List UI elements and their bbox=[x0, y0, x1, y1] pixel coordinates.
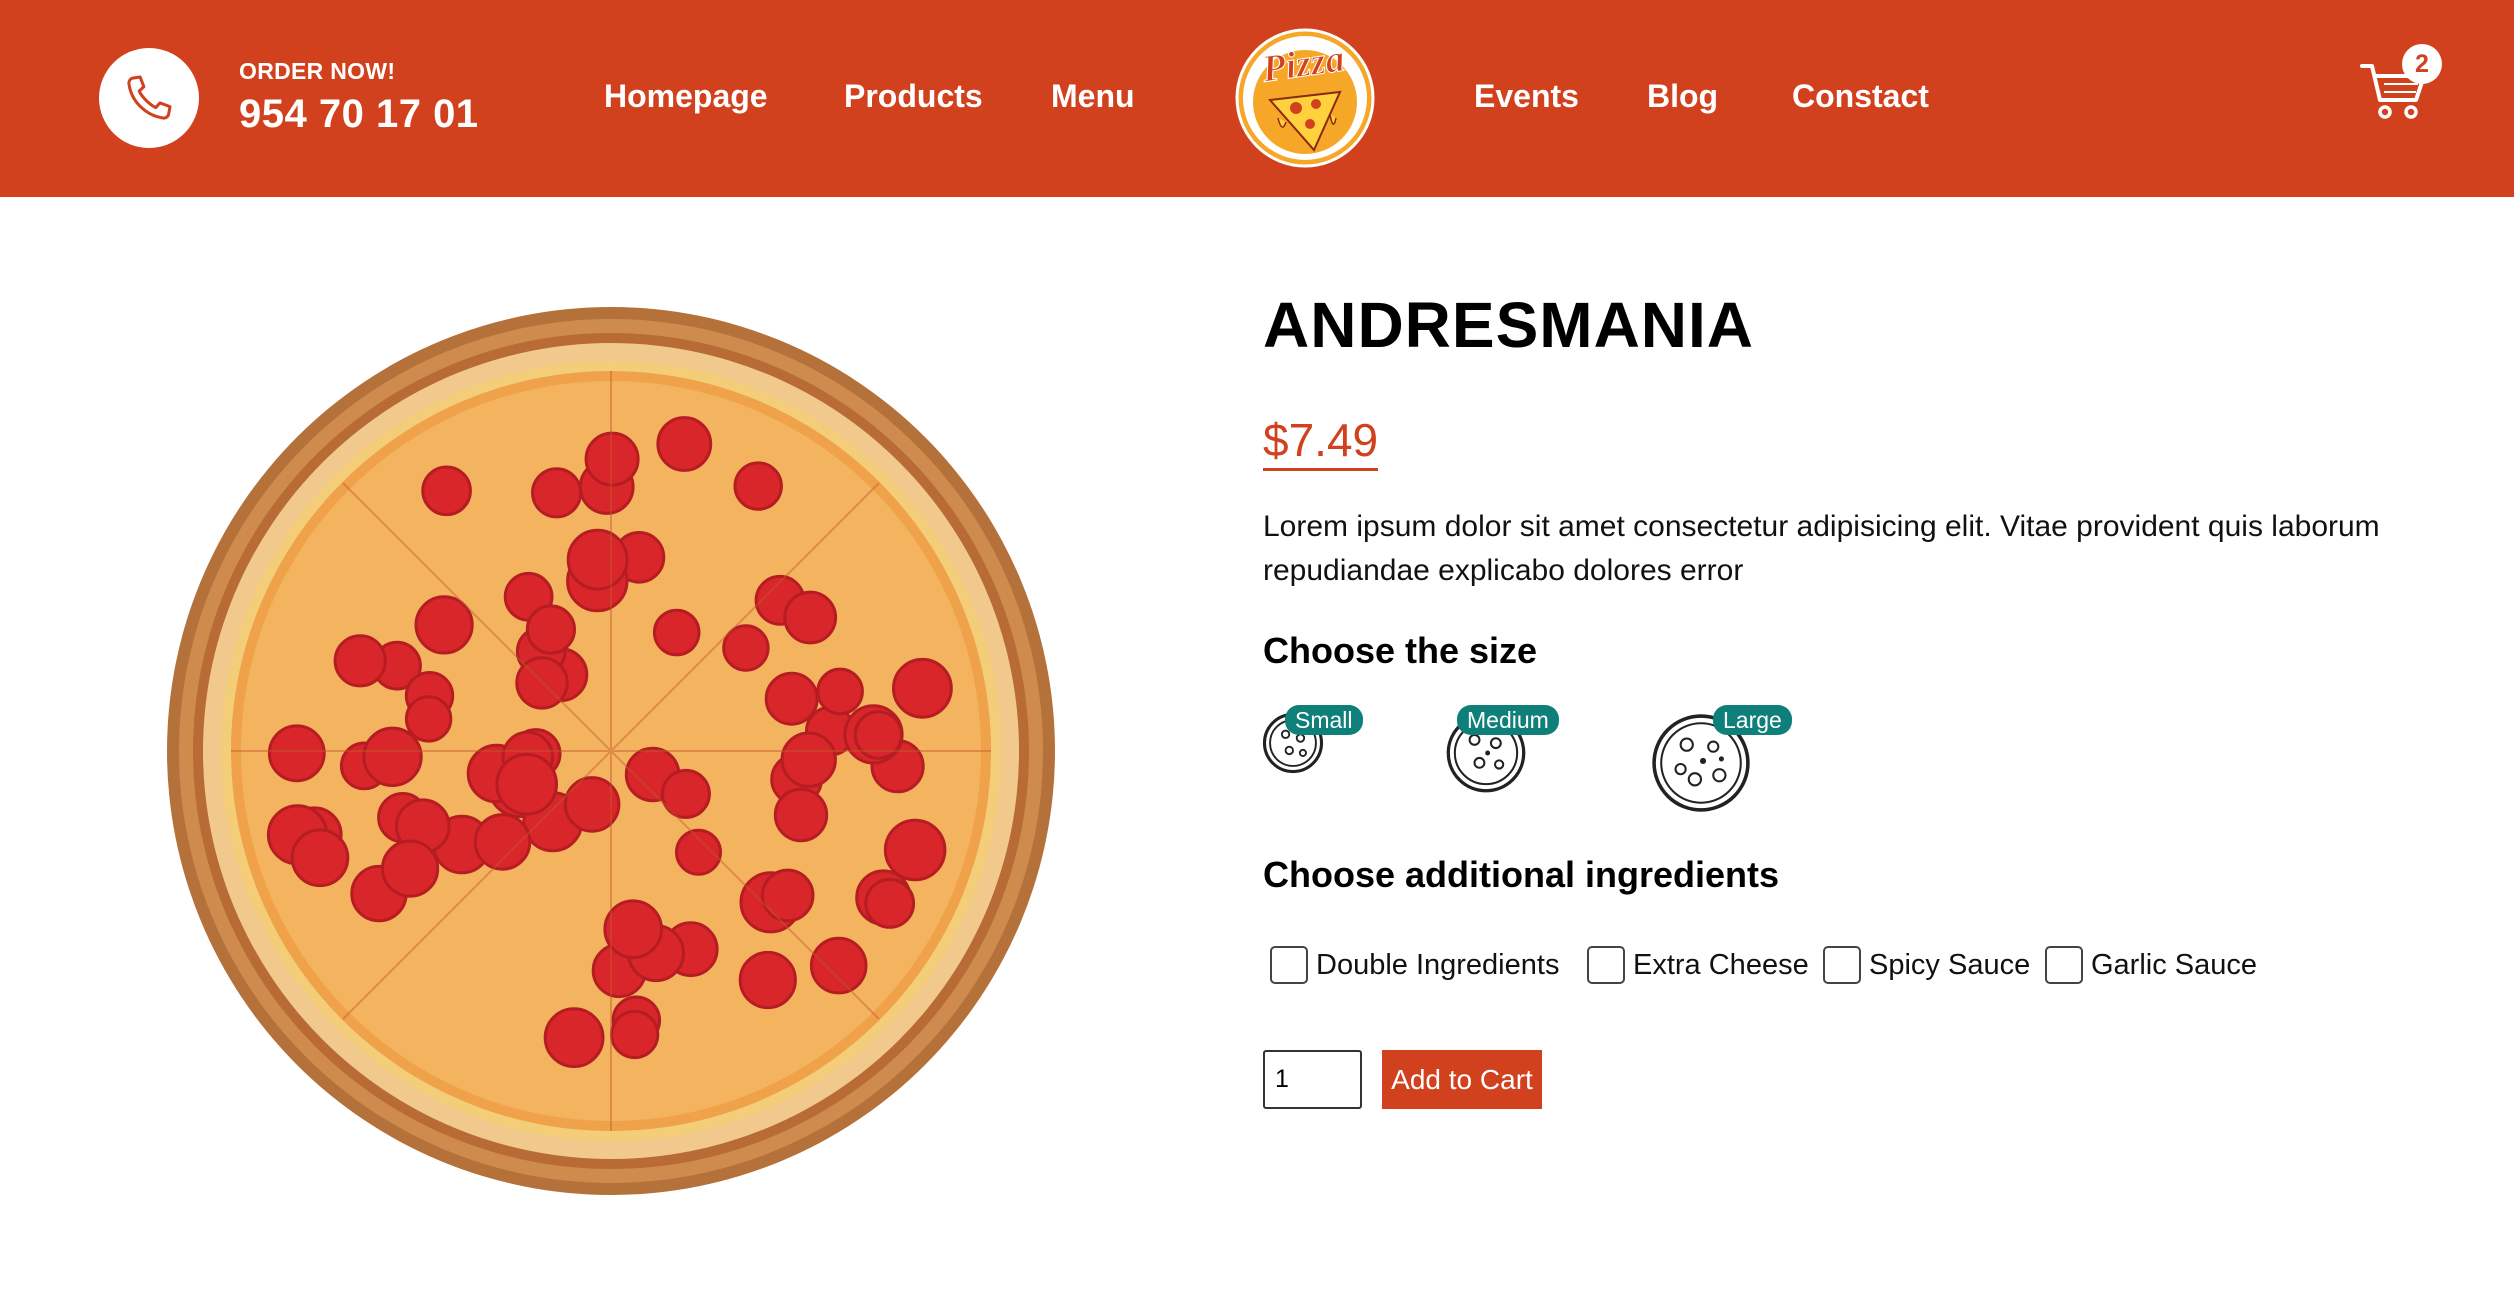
ingredient-label: Extra Cheese bbox=[1633, 948, 1809, 981]
ingredient-label: Garlic Sauce bbox=[2091, 948, 2258, 981]
nav-item-constact[interactable]: Constact bbox=[1792, 78, 1929, 115]
pepperoni-slice bbox=[421, 465, 472, 517]
ingredient-label: Double Ingredients bbox=[1316, 948, 1560, 981]
pepperoni-slice bbox=[883, 818, 947, 882]
pepperoni-slice bbox=[404, 695, 453, 743]
phone-number: 954 70 17 01 bbox=[239, 92, 479, 136]
pepperoni-slice bbox=[267, 724, 326, 783]
checkbox[interactable] bbox=[1587, 946, 1625, 984]
pepperoni-slice bbox=[864, 878, 916, 929]
pepperoni-slice bbox=[809, 936, 868, 995]
pepperoni-slice bbox=[333, 634, 387, 688]
size-tag-large: Large bbox=[1713, 705, 1792, 735]
pepperoni-slice bbox=[783, 590, 838, 645]
nav-item-menu[interactable]: Menu bbox=[1051, 78, 1135, 115]
pepperoni-slice bbox=[584, 431, 640, 487]
nav-item-events[interactable]: Events bbox=[1474, 78, 1579, 115]
nav-item-blog[interactable]: Blog bbox=[1647, 78, 1718, 115]
pepperoni-slice bbox=[780, 731, 837, 788]
pepperoni-slice bbox=[290, 828, 350, 888]
pepperoni-slice bbox=[760, 868, 815, 923]
pepperoni-slice bbox=[473, 813, 532, 871]
pepperoni-slice bbox=[816, 667, 864, 716]
order-now-label: ORDER NOW! bbox=[239, 58, 396, 84]
call-button[interactable] bbox=[99, 48, 199, 148]
add-to-cart-button[interactable]: Add to Cart bbox=[1382, 1050, 1542, 1109]
pepperoni-slice bbox=[610, 1009, 660, 1060]
checkbox[interactable] bbox=[1823, 946, 1861, 984]
pepperoni-slice bbox=[566, 528, 629, 591]
size-tag-medium: Medium bbox=[1457, 705, 1559, 735]
pepperoni-slice bbox=[603, 899, 664, 960]
size-tag-small: Small bbox=[1285, 705, 1363, 735]
pepperoni-slice bbox=[764, 671, 819, 726]
pepperoni-slice bbox=[362, 726, 423, 787]
ingredient-double-ingredients[interactable]: Double Ingredients bbox=[1270, 943, 1559, 987]
pepperoni-slice bbox=[543, 1007, 605, 1068]
pepperoni-slice bbox=[656, 416, 713, 472]
ingredient-extra-cheese[interactable]: Extra Cheese bbox=[1587, 943, 1809, 987]
pepperoni-slice bbox=[738, 950, 797, 1010]
ingredient-spicy-sauce[interactable]: Spicy Sauce bbox=[1823, 943, 2030, 987]
ingredient-label: Spicy Sauce bbox=[1869, 948, 2031, 981]
ingredient-garlic-sauce[interactable]: Garlic Sauce bbox=[2045, 943, 2257, 987]
pepperoni-slice bbox=[381, 839, 440, 898]
product-title: ANDRESMANIA bbox=[1263, 289, 1754, 361]
phone-icon bbox=[127, 75, 172, 120]
pepperoni-slice bbox=[675, 828, 722, 876]
quantity-input[interactable] bbox=[1263, 1050, 1362, 1109]
pepperoni-slice bbox=[733, 461, 783, 511]
pepperoni-slice bbox=[773, 787, 829, 843]
pepperoni-slice bbox=[652, 608, 701, 657]
product-description: Lorem ipsum dolor sit amet consectetur a… bbox=[1263, 510, 2380, 587]
checkbox[interactable] bbox=[2045, 946, 2083, 984]
cart-count-badge: 2 bbox=[2402, 44, 2442, 84]
ingredients-section-title: Choose additional ingredients bbox=[1263, 854, 1780, 895]
size-section-title: Choose the size bbox=[1263, 630, 1538, 671]
pepperoni-slice bbox=[525, 604, 576, 655]
pepperoni-slice bbox=[495, 752, 559, 816]
navbar: ORDER NOW! 954 70 17 01 Homepage Product… bbox=[0, 0, 2514, 197]
pizza-image bbox=[167, 307, 1055, 1195]
nav-item-products[interactable]: Products bbox=[844, 78, 983, 115]
product-price: $7.49 bbox=[1263, 412, 1379, 471]
pepperoni-slice bbox=[531, 467, 583, 519]
checkbox[interactable] bbox=[1270, 946, 1308, 984]
pepperoni-slice bbox=[892, 657, 953, 719]
pizza-logo[interactable]: Pizza bbox=[1234, 22, 1376, 170]
pepperoni-slice bbox=[414, 595, 474, 655]
nav-item-homepage[interactable]: Homepage bbox=[604, 78, 768, 115]
